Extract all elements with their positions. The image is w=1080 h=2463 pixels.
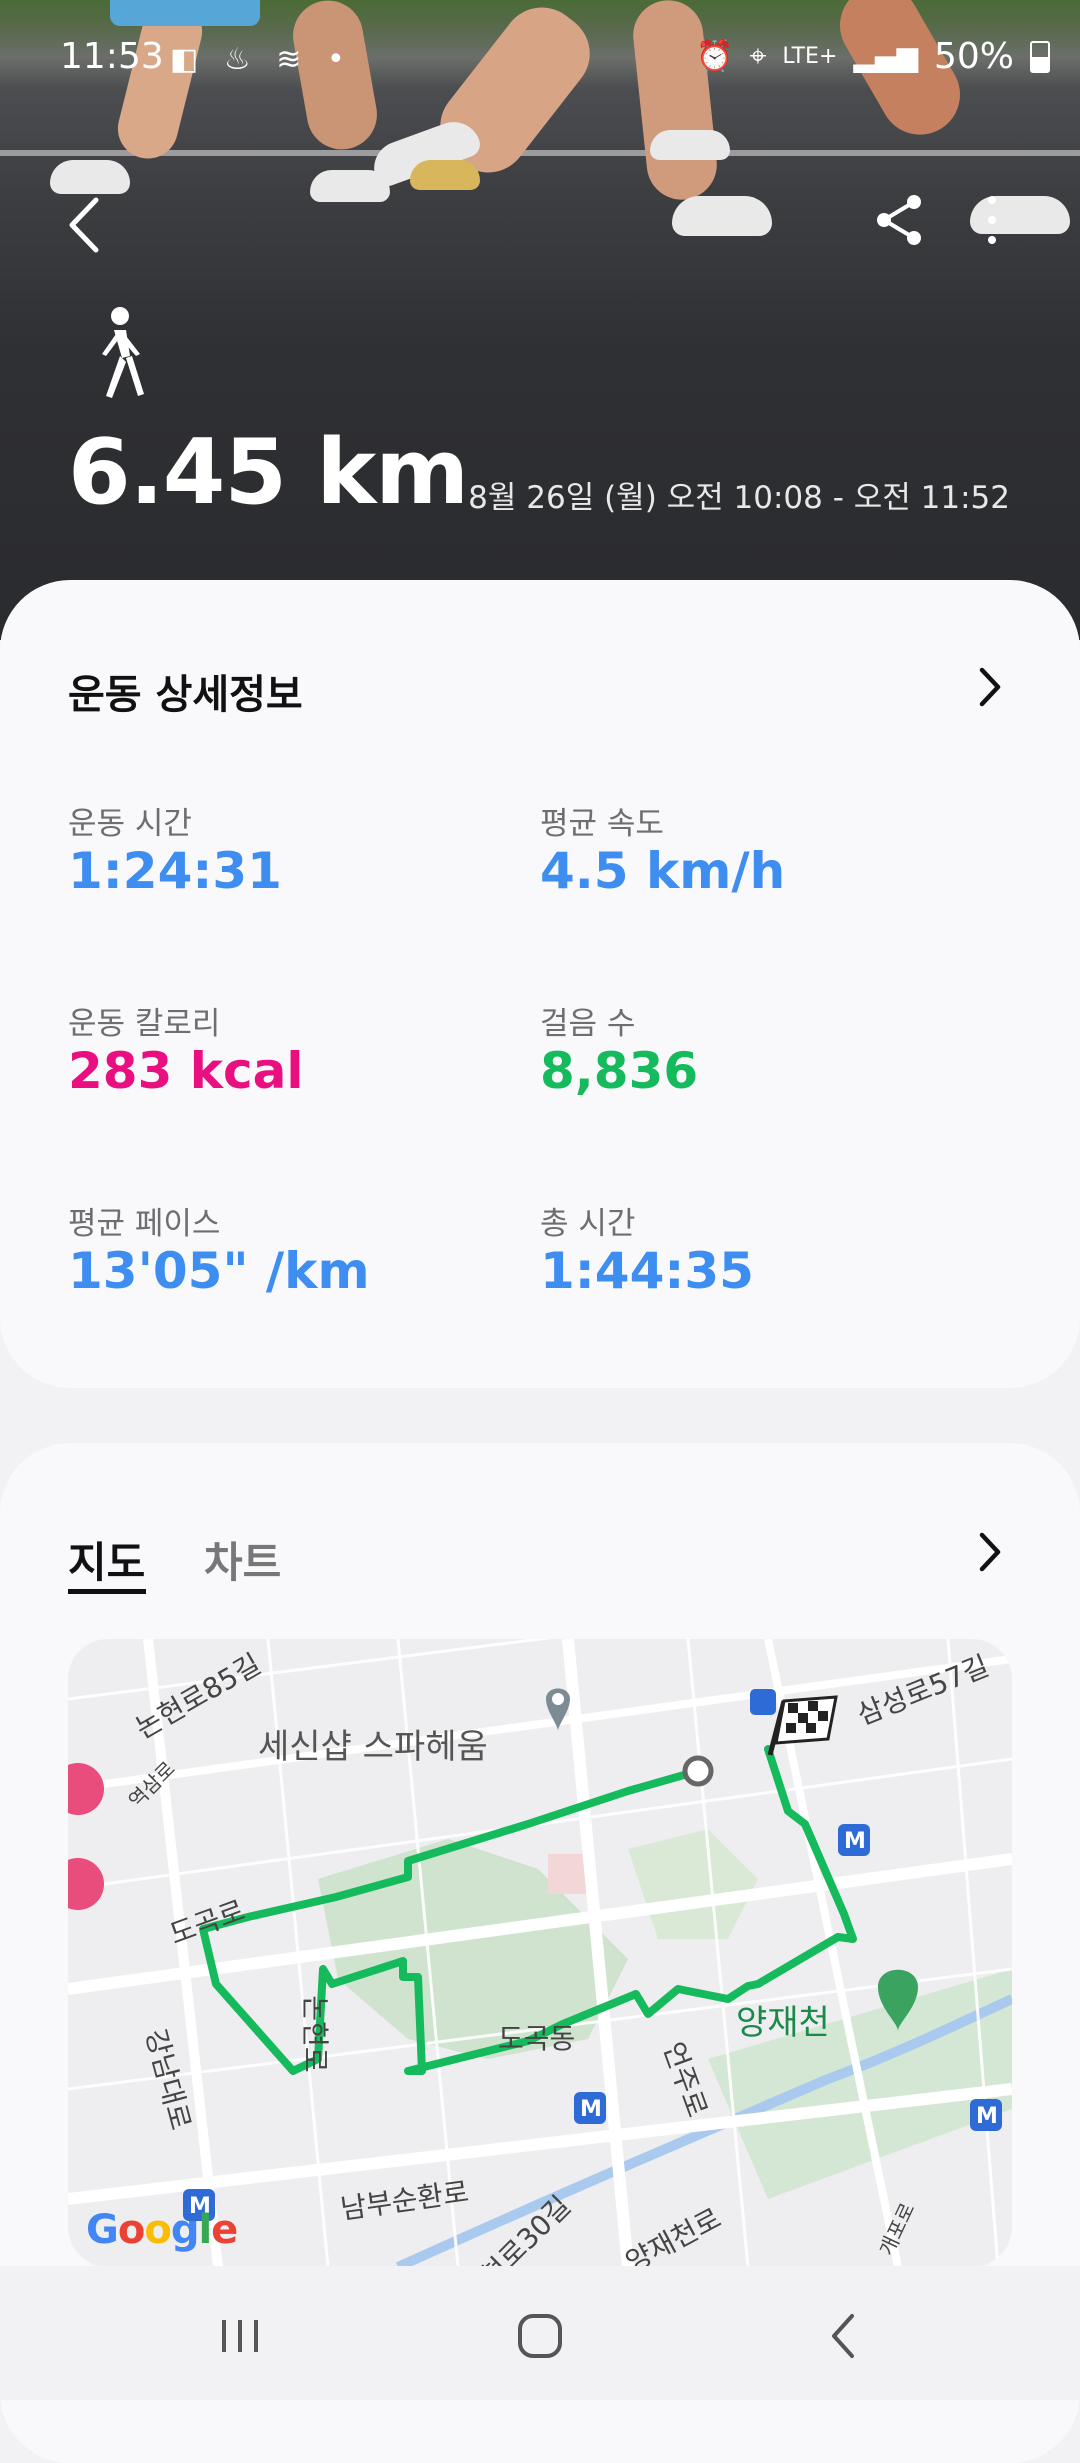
svg-text:M: M: [844, 1829, 866, 1854]
hero-banner: 11:53 ◧ ♨ ≋ • ⏰ ⌖ LTE+ ▂▄▆ 50% 6.45 km 8…: [0, 0, 1080, 640]
back-icon: [832, 2314, 854, 2358]
chevron-right-icon: [979, 1532, 1001, 1572]
workout-date-range: 8월 26일 (월) 오전 10:08 - 오전 11:52: [468, 480, 1010, 516]
running-shoe: [672, 196, 772, 236]
metric-label-total-time: 총 시간: [540, 1206, 636, 1242]
metric-label-steps: 걸음 수: [540, 1006, 636, 1042]
metric-label-calories: 운동 칼로리: [68, 1006, 221, 1042]
map-label-sesinsap: 세신샵 스파헤움: [258, 1727, 488, 1767]
metric-value-avg-speed: 4.5 km/h: [540, 842, 786, 900]
more-options-button[interactable]: [980, 190, 1004, 250]
map-label-yangjaecheon: 양재천: [736, 2003, 830, 2043]
details-open-button[interactable]: [974, 664, 1004, 710]
location-icon: ⌖: [749, 39, 767, 74]
share-button[interactable]: [872, 190, 928, 250]
google-logo: Google: [86, 2207, 238, 2253]
running-shoe: [650, 130, 730, 160]
metric-value-avg-pace: 13'05" /km: [68, 1242, 370, 1300]
back-button[interactable]: [62, 190, 112, 260]
battery-level: 50%: [933, 36, 1014, 77]
details-title: 운동 상세정보: [68, 672, 303, 718]
running-shoe: [50, 160, 130, 194]
workout-details-card: 운동 상세정보 운동 시간 1:24:31 평균 속도 4.5 km/h 운동 …: [0, 580, 1080, 1388]
running-shoe: [410, 160, 480, 190]
metric-label-avg-pace: 평균 페이스: [68, 1206, 221, 1242]
map-label-dogokdong: 도곡동: [498, 2022, 576, 2055]
home-button[interactable]: [510, 2306, 570, 2366]
map-open-button[interactable]: [974, 1529, 1004, 1575]
home-icon: [518, 2314, 562, 2358]
metric-value-total-time: 1:44:35: [540, 1242, 754, 1300]
runner-shorts: [110, 0, 260, 26]
svg-text:M: M: [580, 2097, 602, 2122]
tab-chart[interactable]: 차트: [204, 1529, 281, 1590]
metric-value-steps: 8,836: [540, 1042, 699, 1100]
total-distance: 6.45 km: [68, 420, 469, 525]
system-back-button[interactable]: [814, 2306, 874, 2366]
share-icon: [877, 195, 921, 245]
signal-icon: ▂▄▆: [853, 40, 918, 73]
chevron-right-icon: [979, 667, 1001, 707]
status-bar: 11:53 ◧ ♨ ≋ • ⏰ ⌖ LTE+ ▂▄▆ 50%: [0, 36, 1080, 86]
tab-map[interactable]: 지도: [68, 1529, 145, 1590]
chevron-left-icon: [69, 197, 99, 253]
status-right-group: ⏰ ⌖ LTE+ ▂▄▆ 50%: [696, 36, 1050, 77]
alarm-icon: ⏰: [696, 39, 734, 74]
route-map[interactable]: MMMM 논현로85길 세신샵 스파헤움 삼성로57길 역삼로 도곡로 강남대로…: [68, 1639, 1012, 2267]
walking-icon: [82, 306, 158, 402]
recent-apps-icon: [222, 2320, 258, 2352]
svg-text:M: M: [976, 2104, 998, 2129]
metric-value-duration: 1:24:31: [68, 842, 282, 900]
battery-icon: [1030, 40, 1050, 73]
network-type: LTE+: [782, 44, 838, 69]
map-canvas: MM MM: [68, 1639, 1012, 2267]
recent-apps-button[interactable]: [210, 2306, 270, 2366]
system-navigation-bar: [0, 2266, 1080, 2400]
metric-label-duration: 운동 시간: [68, 806, 192, 842]
runner-leg: [629, 0, 721, 204]
metric-label-avg-speed: 평균 속도: [540, 806, 664, 842]
more-vertical-icon: [988, 196, 996, 244]
active-tab-indicator: [68, 1589, 146, 1594]
status-time: 11:53: [60, 36, 164, 77]
map-label-nonhyeonro: 논현로: [298, 1995, 332, 2073]
notification-icons: ◧ ♨ ≋ •: [170, 42, 353, 77]
metric-value-calories: 283 kcal: [68, 1042, 304, 1100]
